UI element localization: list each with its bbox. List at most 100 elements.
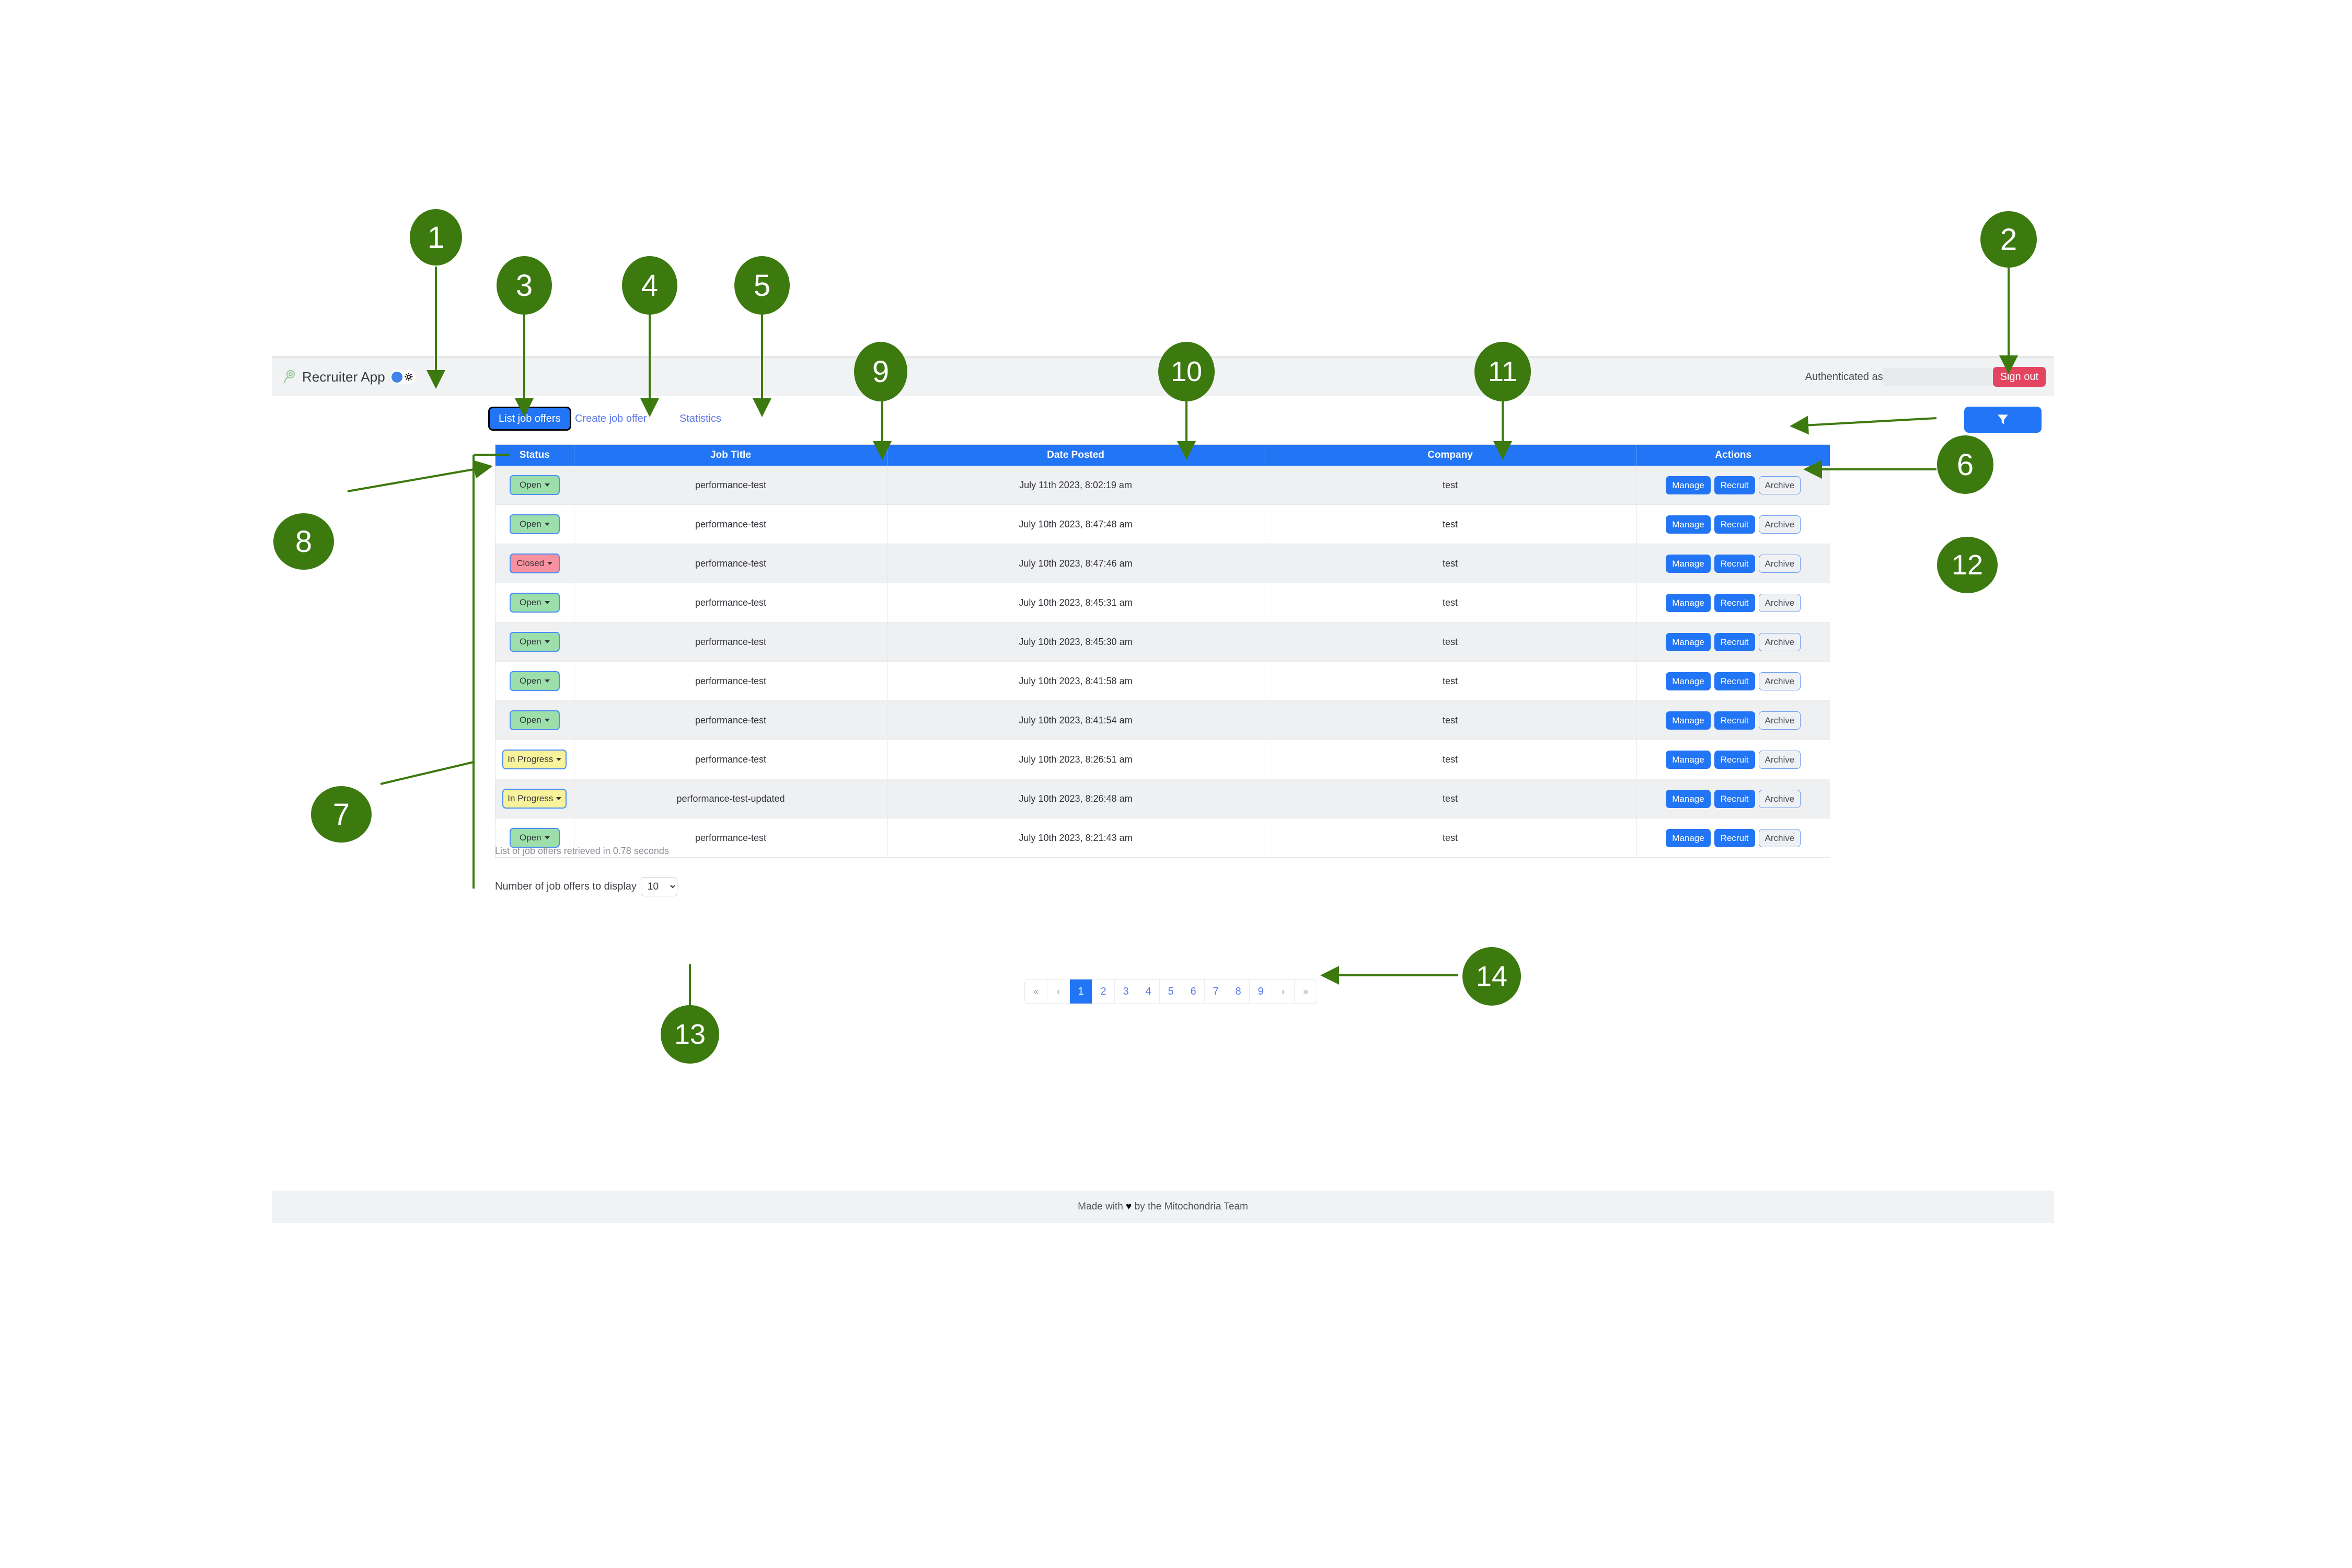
cell-company: test [1264,700,1637,740]
status-label: Closed [516,558,545,568]
status-dropdown[interactable]: Open [509,828,560,848]
recruit-button[interactable]: Recruit [1714,632,1755,651]
status-dropdown[interactable]: In Progress [502,789,567,809]
recruit-button[interactable]: Recruit [1714,711,1755,730]
cell-company: test [1264,818,1637,858]
heart-icon: ♥ [1126,1201,1132,1212]
pagination-page-3[interactable]: 3 [1115,979,1137,1004]
archive-button[interactable]: Archive [1758,593,1801,612]
sign-out-button[interactable]: Sign out [1992,367,2046,387]
table-row: Open performance-test July 10th 2023, 8:21… [495,818,1830,858]
recruit-button[interactable]: Recruit [1714,828,1755,847]
pagination-first[interactable]: « [1025,979,1047,1004]
status-dropdown[interactable]: Closed [509,554,560,573]
pagination-page-9[interactable]: 9 [1250,979,1272,1004]
status-dropdown[interactable]: Open [509,475,560,495]
chevron-down-icon [556,797,562,800]
cell-date-posted: July 10th 2023, 8:47:46 am [887,544,1264,583]
recruit-button[interactable]: Recruit [1714,476,1755,494]
archive-button[interactable]: Archive [1758,476,1801,494]
archive-button[interactable]: Archive [1758,554,1801,573]
manage-button[interactable]: Manage [1666,789,1711,808]
chevron-down-icon [544,601,550,604]
actions-group: Manage Recruit Archive [1637,828,1830,847]
recruit-button[interactable]: Recruit [1714,750,1755,769]
cell-company: test [1264,583,1637,622]
authenticated-as-label: Authenticated as [1805,371,1883,383]
recruit-button[interactable]: Recruit [1714,515,1755,534]
cell-date-posted: July 10th 2023, 8:41:54 am [887,700,1264,740]
pagination-page-4[interactable]: 4 [1137,979,1160,1004]
archive-button[interactable]: Archive [1758,632,1801,651]
pagination-page-6[interactable]: 6 [1182,979,1205,1004]
pagination-page-7[interactable]: 7 [1205,979,1227,1004]
manage-button[interactable]: Manage [1666,476,1711,494]
cell-status: Open [495,466,574,505]
cell-date-posted: July 10th 2023, 8:45:30 am [887,622,1264,662]
manage-button[interactable]: Manage [1666,593,1711,612]
archive-button[interactable]: Archive [1758,789,1801,808]
manage-button[interactable]: Manage [1666,672,1711,690]
status-dropdown[interactable]: Open [509,514,560,534]
annotation-11: 11 [1474,342,1531,401]
column-header-job-title[interactable]: Job Title [574,445,888,466]
archive-button[interactable]: Archive [1758,711,1801,730]
annotation-8: 8 [273,513,334,570]
brand[interactable]: Recruiter App [272,369,416,385]
status-dropdown[interactable]: Open [509,632,560,652]
pagination-last[interactable]: » [1295,979,1317,1004]
annotation-5: 5 [734,256,790,315]
annotation-1: 1 [410,209,462,266]
archive-button[interactable]: Archive [1758,672,1801,690]
recruit-button[interactable]: Recruit [1714,789,1755,808]
status-dropdown[interactable]: In Progress [502,750,567,769]
manage-button[interactable]: Manage [1666,750,1711,769]
recruit-button[interactable]: Recruit [1714,554,1755,573]
recruit-button[interactable]: Recruit [1714,672,1755,690]
page-size-select[interactable]: 102550100 [640,877,677,896]
env-toggle[interactable] [390,370,416,384]
archive-button[interactable]: Archive [1758,828,1801,847]
brand-name: Recruiter App [302,368,385,385]
footer-text: Made with ♥ by the Mitochondria Team [1078,1201,1248,1213]
footer: Made with ♥ by the Mitochondria Team [272,1191,2054,1223]
pagination-page-2[interactable]: 2 [1092,979,1115,1004]
manage-button[interactable]: Manage [1666,515,1711,534]
tab-statistics[interactable]: Statistics [679,413,721,425]
archive-button[interactable]: Archive [1758,515,1801,534]
pagination-page-1[interactable]: 1 [1070,979,1092,1004]
pagination-page-5[interactable]: 5 [1160,979,1182,1004]
chevron-down-icon [547,562,553,565]
recruiter-app-window: Recruiter App Authenticated as Sign out … [272,356,2054,1223]
column-header-date-posted[interactable]: Date Posted [887,445,1264,466]
actions-group: Manage Recruit Archive [1637,593,1830,612]
cell-actions: Manage Recruit Archive [1636,700,1830,740]
column-header-company[interactable]: Company [1264,445,1637,466]
cell-company: test [1264,504,1637,544]
tab-list-job-offers[interactable]: List job offers [488,407,571,431]
filter-button[interactable] [1964,407,2042,433]
table-row: Open performance-test July 10th 2023, 8:41… [495,661,1830,701]
cell-company: test [1264,544,1637,583]
recruit-button[interactable]: Recruit [1714,593,1755,612]
gear-icon[interactable] [405,373,413,381]
status-dropdown[interactable]: Open [509,710,560,730]
table-row: Open performance-test July 10th 2023, 8:45… [495,583,1830,622]
cell-job-title: performance-test-updated [574,779,888,818]
manage-button[interactable]: Manage [1666,828,1711,847]
archive-button[interactable]: Archive [1758,750,1801,769]
pagination-page-8[interactable]: 8 [1227,979,1250,1004]
pagination-next[interactable]: › [1272,979,1295,1004]
status-dropdown[interactable]: Open [509,671,560,691]
cell-actions: Manage Recruit Archive [1636,544,1830,583]
cell-date-posted: July 10th 2023, 8:21:43 am [887,818,1264,858]
pagination-prev[interactable]: ‹ [1047,979,1070,1004]
status-label: Open [519,597,541,607]
tab-create-job-offer[interactable]: Create job offer [575,413,647,425]
status-dropdown[interactable]: Open [509,593,560,613]
manage-button[interactable]: Manage [1666,554,1711,573]
annotation-14: 14 [1462,947,1521,1006]
manage-button[interactable]: Manage [1666,632,1711,651]
column-header-status[interactable]: Status [495,445,574,466]
manage-button[interactable]: Manage [1666,711,1711,730]
